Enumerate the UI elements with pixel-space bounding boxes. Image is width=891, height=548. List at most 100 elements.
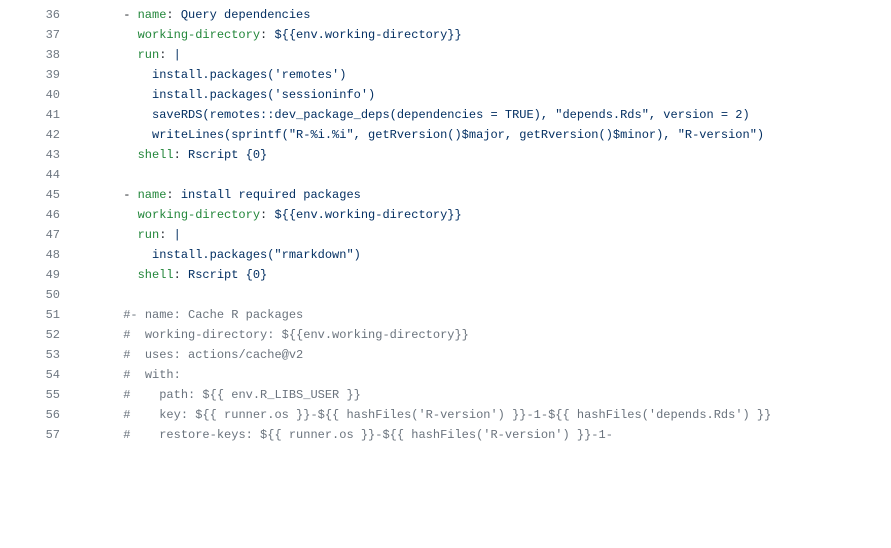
code-token bbox=[80, 328, 123, 342]
code-token: Rscript {0} bbox=[188, 268, 267, 282]
code-line: 41 saveRDS(remotes::dev_package_deps(dep… bbox=[0, 105, 891, 125]
line-number[interactable]: 46 bbox=[0, 205, 80, 225]
code-token: # path: ${{ env.R_LIBS_USER }} bbox=[123, 388, 361, 402]
code-line: 38 run: | bbox=[0, 45, 891, 65]
code-line: 57 # restore-keys: ${{ runner.os }}-${{ … bbox=[0, 425, 891, 445]
code-token bbox=[80, 428, 123, 442]
code-content[interactable]: # path: ${{ env.R_LIBS_USER }} bbox=[80, 385, 891, 405]
code-token: | bbox=[174, 228, 181, 242]
code-token: : bbox=[166, 8, 180, 22]
code-line: 47 run: | bbox=[0, 225, 891, 245]
code-content[interactable]: # restore-keys: ${{ runner.os }}-${{ has… bbox=[80, 425, 891, 445]
code-content[interactable]: run: | bbox=[80, 225, 891, 245]
line-number[interactable]: 50 bbox=[0, 285, 80, 305]
code-content[interactable]: install.packages('sessioninfo') bbox=[80, 85, 891, 105]
code-line: 49 shell: Rscript {0} bbox=[0, 265, 891, 285]
code-token: : bbox=[174, 268, 188, 282]
line-number[interactable]: 57 bbox=[0, 425, 80, 445]
code-token: - bbox=[80, 8, 138, 22]
code-token: : bbox=[159, 48, 173, 62]
code-token: - bbox=[80, 188, 138, 202]
code-token: shell bbox=[138, 268, 174, 282]
code-token bbox=[80, 308, 123, 322]
code-line: 46 working-directory: ${{env.working-dir… bbox=[0, 205, 891, 225]
line-number[interactable]: 48 bbox=[0, 245, 80, 265]
line-number[interactable]: 43 bbox=[0, 145, 80, 165]
code-token bbox=[80, 268, 138, 282]
line-number[interactable]: 47 bbox=[0, 225, 80, 245]
code-content[interactable]: run: | bbox=[80, 45, 891, 65]
code-token bbox=[80, 388, 123, 402]
code-token bbox=[80, 348, 123, 362]
code-token: install required packages bbox=[181, 188, 361, 202]
code-content[interactable]: shell: Rscript {0} bbox=[80, 145, 891, 165]
code-token: : bbox=[174, 148, 188, 162]
code-content[interactable]: - name: Query dependencies bbox=[80, 5, 891, 25]
code-line: 52 # working-directory: ${{env.working-d… bbox=[0, 325, 891, 345]
line-number[interactable]: 36 bbox=[0, 5, 80, 25]
code-line: 51 #- name: Cache R packages bbox=[0, 305, 891, 325]
code-token bbox=[80, 28, 138, 42]
code-line: 53 # uses: actions/cache@v2 bbox=[0, 345, 891, 365]
code-line: 56 # key: ${{ runner.os }}-${{ hashFiles… bbox=[0, 405, 891, 425]
code-token: # working-directory: ${{env.working-dire… bbox=[123, 328, 469, 342]
code-token: working-directory bbox=[138, 28, 260, 42]
line-number[interactable]: 49 bbox=[0, 265, 80, 285]
code-content[interactable]: # working-directory: ${{env.working-dire… bbox=[80, 325, 891, 345]
code-token: : bbox=[166, 188, 180, 202]
code-block: 36 - name: Query dependencies37 working-… bbox=[0, 5, 891, 445]
code-token: : bbox=[260, 208, 274, 222]
line-number[interactable]: 53 bbox=[0, 345, 80, 365]
code-token: Query dependencies bbox=[181, 8, 311, 22]
code-token bbox=[80, 88, 152, 102]
code-token: writeLines(sprintf("R-%i.%i", getRversio… bbox=[152, 128, 764, 142]
code-content[interactable]: install.packages("rmarkdown") bbox=[80, 245, 891, 265]
code-token bbox=[80, 128, 152, 142]
line-number[interactable]: 54 bbox=[0, 365, 80, 385]
code-line: 54 # with: bbox=[0, 365, 891, 385]
line-number[interactable]: 39 bbox=[0, 65, 80, 85]
code-content[interactable]: # key: ${{ runner.os }}-${{ hashFiles('R… bbox=[80, 405, 891, 425]
code-token bbox=[80, 148, 138, 162]
code-line: 50 bbox=[0, 285, 891, 305]
code-content[interactable]: saveRDS(remotes::dev_package_deps(depend… bbox=[80, 105, 891, 125]
code-content[interactable]: #- name: Cache R packages bbox=[80, 305, 891, 325]
code-token: #- name: Cache R packages bbox=[123, 308, 303, 322]
code-token: install.packages("rmarkdown") bbox=[152, 248, 361, 262]
code-content[interactable]: working-directory: ${{env.working-direct… bbox=[80, 25, 891, 45]
code-line: 48 install.packages("rmarkdown") bbox=[0, 245, 891, 265]
code-token: # with: bbox=[123, 368, 181, 382]
code-content[interactable]: - name: install required packages bbox=[80, 185, 891, 205]
code-token: # uses: actions/cache@v2 bbox=[123, 348, 303, 362]
line-number[interactable]: 44 bbox=[0, 165, 80, 185]
code-token: name bbox=[138, 188, 167, 202]
line-number[interactable]: 55 bbox=[0, 385, 80, 405]
code-content[interactable]: # with: bbox=[80, 365, 891, 385]
code-content[interactable]: install.packages('remotes') bbox=[80, 65, 891, 85]
line-number[interactable]: 41 bbox=[0, 105, 80, 125]
code-line: 39 install.packages('remotes') bbox=[0, 65, 891, 85]
code-token: # restore-keys: ${{ runner.os }}-${{ has… bbox=[123, 428, 613, 442]
line-number[interactable]: 37 bbox=[0, 25, 80, 45]
code-token: : bbox=[260, 28, 274, 42]
code-token: run bbox=[138, 48, 160, 62]
code-token bbox=[80, 108, 152, 122]
line-number[interactable]: 38 bbox=[0, 45, 80, 65]
code-line: 42 writeLines(sprintf("R-%i.%i", getRver… bbox=[0, 125, 891, 145]
code-content[interactable]: working-directory: ${{env.working-direct… bbox=[80, 205, 891, 225]
line-number[interactable]: 40 bbox=[0, 85, 80, 105]
code-content[interactable]: # uses: actions/cache@v2 bbox=[80, 345, 891, 365]
code-content[interactable]: writeLines(sprintf("R-%i.%i", getRversio… bbox=[80, 125, 891, 145]
line-number[interactable]: 56 bbox=[0, 405, 80, 425]
code-token bbox=[80, 368, 123, 382]
code-content[interactable]: shell: Rscript {0} bbox=[80, 265, 891, 285]
line-number[interactable]: 52 bbox=[0, 325, 80, 345]
code-line: 55 # path: ${{ env.R_LIBS_USER }} bbox=[0, 385, 891, 405]
code-line: 40 install.packages('sessioninfo') bbox=[0, 85, 891, 105]
code-token: Rscript {0} bbox=[188, 148, 267, 162]
line-number[interactable]: 42 bbox=[0, 125, 80, 145]
line-number[interactable]: 51 bbox=[0, 305, 80, 325]
code-token bbox=[80, 68, 152, 82]
line-number[interactable]: 45 bbox=[0, 185, 80, 205]
code-token bbox=[80, 48, 138, 62]
